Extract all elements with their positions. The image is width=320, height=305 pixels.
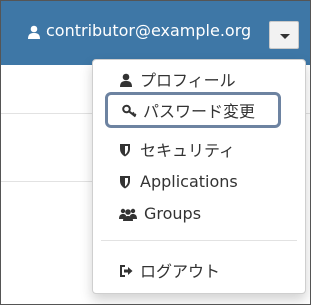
menu-item-profile[interactable]: プロフィール <box>119 66 236 92</box>
menu-divider <box>101 240 297 241</box>
menu-item-label: ログアウト <box>140 262 221 281</box>
menu-item-change-password[interactable]: パスワード変更 <box>105 92 281 128</box>
users-icon <box>119 206 137 221</box>
menu-item-security[interactable]: セキュリティ <box>119 136 235 162</box>
dropdown-toggle-button[interactable] <box>269 21 299 49</box>
menu-item-label: セキュリティ <box>140 141 236 160</box>
caret-down-icon <box>280 34 290 39</box>
menu-item-logout[interactable]: ログアウト <box>119 257 220 283</box>
menu-item-groups[interactable]: Groups <box>119 200 201 226</box>
key-icon <box>122 103 137 118</box>
menu-item-label: Groups <box>144 203 202 223</box>
screen-frame: contributor@example.org プロフィール パスワード変更 セ… <box>0 0 311 305</box>
shield-icon <box>119 142 133 157</box>
menu-item-label: Applications <box>140 171 238 191</box>
sign-out-icon <box>119 263 133 277</box>
menu-item-label: プロフィール <box>140 71 236 90</box>
user-icon <box>119 72 133 87</box>
user-menu-toggle[interactable]: contributor@example.org <box>27 21 251 40</box>
shield-icon <box>119 174 133 189</box>
content-divider <box>1 181 97 182</box>
user-email: contributor@example.org <box>46 21 252 40</box>
menu-item-applications[interactable]: Applications <box>119 168 238 194</box>
user-dropdown-menu: プロフィール パスワード変更 セキュリティ Applications Group <box>92 59 306 294</box>
user-icon <box>27 24 41 39</box>
menu-item-label: パスワード変更 <box>143 102 256 121</box>
top-navbar: contributor@example.org <box>1 1 310 65</box>
